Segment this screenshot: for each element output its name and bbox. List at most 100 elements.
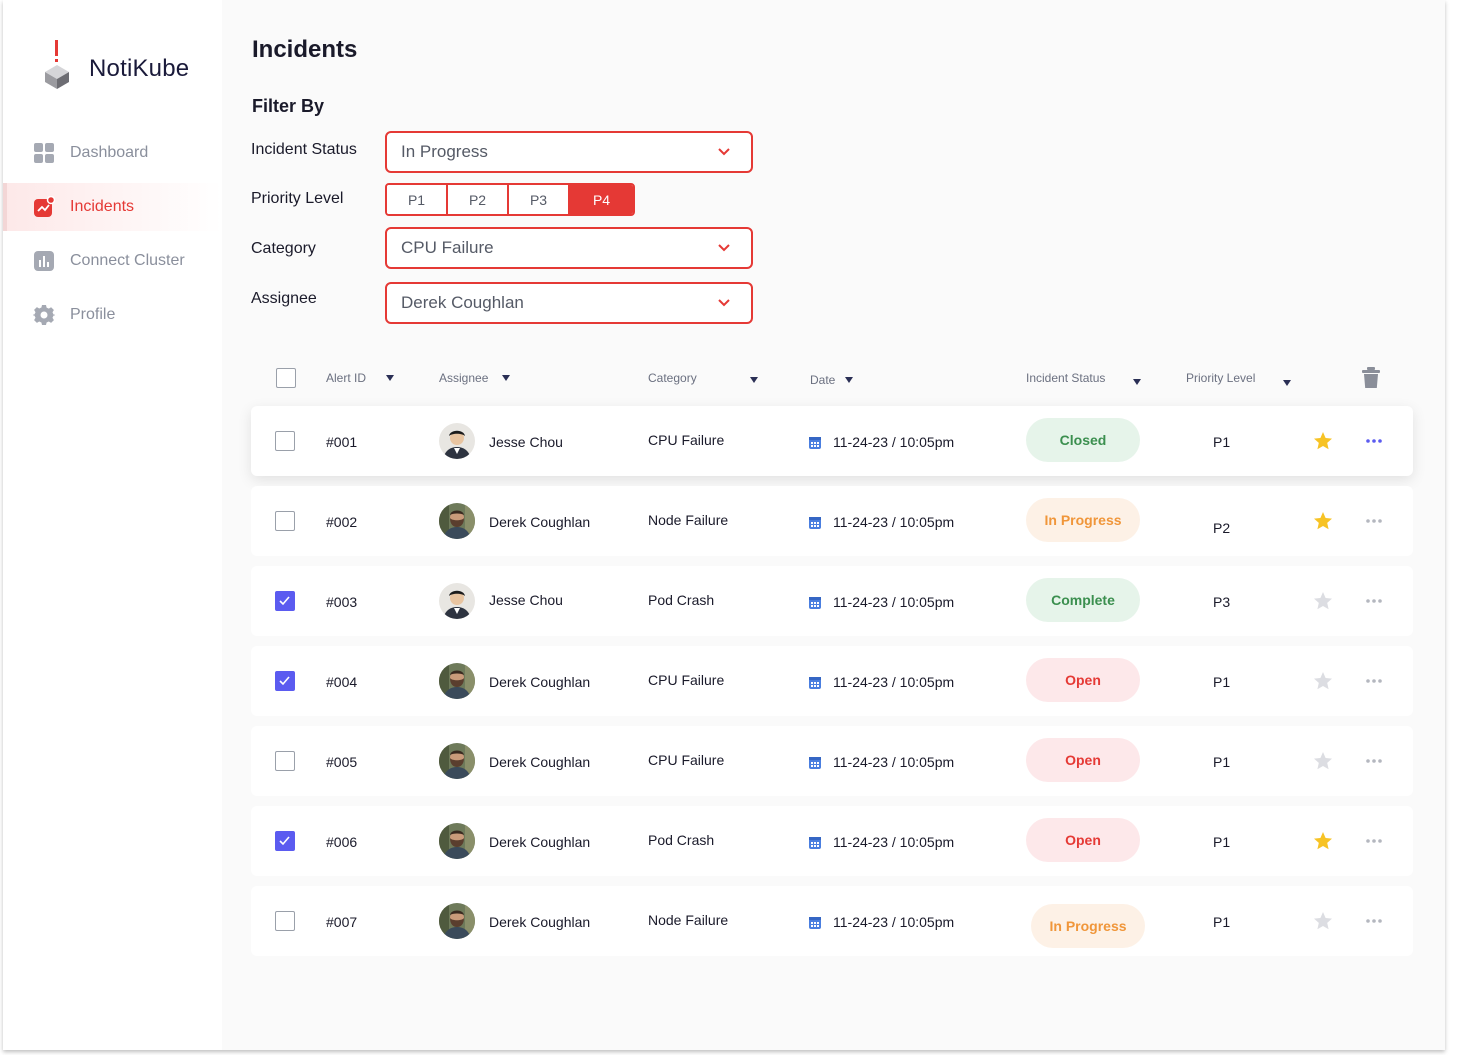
header-incident-status[interactable]: Incident Status [1026,371,1105,385]
sidebar-item-dashboard[interactable]: Dashboard [3,129,222,177]
category: CPU Failure [648,752,725,768]
row-checkbox[interactable] [275,591,295,611]
star-icon[interactable] [1313,911,1333,931]
table-row[interactable]: #002 Derek Coughlan Node Failure 11-24-23 /… [251,486,1413,556]
row-checkbox[interactable] [275,671,295,691]
sidebar-item-label: Dashboard [70,144,149,161]
more-options-icon[interactable] [1365,598,1383,604]
table-row[interactable]: #006 Derek Coughlan Pod Crash 11-24-23 / 10… [251,806,1413,876]
sidebar-item-profile[interactable]: Profile [3,291,222,339]
star-icon[interactable] [1313,591,1333,611]
incident-date: 11-24-23 / 10:05pm [833,834,955,850]
header-priority-level[interactable]: Priority Level [1186,371,1255,385]
sort-caret-icon[interactable] [386,375,394,381]
sidebar-item-connect-cluster[interactable]: Connect Cluster [3,237,222,285]
status-badge[interactable]: Complete [1026,578,1140,622]
sidebar-item-label: Connect Cluster [70,252,185,269]
star-icon[interactable] [1313,831,1333,851]
assignee-name: Derek Coughlan [489,514,591,530]
header-category[interactable]: Category [648,371,697,385]
priority-p3-button[interactable]: P3 [509,185,570,214]
more-options-icon[interactable] [1365,758,1383,764]
assignee-name: Derek Coughlan [489,674,591,690]
star-icon[interactable] [1313,751,1333,771]
avatar [439,423,475,459]
calendar-icon [809,437,821,449]
table-row[interactable]: #004 Derek Coughlan CPU Failure 11-24-23 / … [251,646,1413,716]
row-checkbox[interactable] [275,431,295,451]
priority-level: P1 [1213,754,1231,770]
more-options-icon[interactable] [1365,918,1383,924]
chevron-down-icon [718,148,730,156]
priority-p1-button[interactable]: P1 [387,185,448,214]
status-badge[interactable]: Open [1026,738,1140,782]
star-icon[interactable] [1313,431,1333,451]
table-row[interactable]: #007 Derek Coughlan Node Failure 11-24-23 /… [251,886,1413,956]
status-badge[interactable]: Open [1026,658,1140,702]
incident-date: 11-24-23 / 10:05pm [833,434,955,450]
checkmark-icon [279,596,290,606]
row-checkbox[interactable] [275,831,295,851]
incident-date: 11-24-23 / 10:05pm [833,674,955,690]
sort-caret-icon[interactable] [750,377,758,383]
incident-status-select[interactable]: In Progress [385,131,753,173]
incident-date: 11-24-23 / 10:05pm [833,914,955,930]
sort-caret-icon[interactable] [845,377,853,383]
gear-icon [33,305,55,325]
incident-status-label: Incident Status [251,141,357,158]
header-date[interactable]: Date [810,373,835,387]
alert-id: #006 [326,834,358,850]
table-row[interactable]: #003 Jesse Chou Pod Crash 11-24-23 / 10:05p… [251,566,1413,636]
page-title: Incidents [252,36,358,63]
category: Pod Crash [648,592,715,608]
sort-caret-icon[interactable] [1133,379,1141,385]
table-row[interactable]: #001 Jesse Chou CPU Failure 11-24-23 / 10:0… [251,406,1413,476]
priority-level: P3 [1213,594,1231,610]
trash-icon[interactable] [1361,367,1381,389]
category-value: CPU Failure [401,238,494,257]
assignee-name: Derek Coughlan [489,914,591,930]
category: Node Failure [648,512,729,528]
more-options-icon[interactable] [1365,518,1383,524]
row-checkbox[interactable] [275,911,295,931]
status-badge[interactable]: Open [1026,818,1140,862]
more-options-icon[interactable] [1365,438,1383,444]
sort-caret-icon[interactable] [1283,380,1291,386]
calendar-icon [809,837,821,849]
row-checkbox[interactable] [275,751,295,771]
star-icon[interactable] [1313,671,1333,691]
assignee-name: Jesse Chou [489,592,563,608]
more-options-icon[interactable] [1365,678,1383,684]
incident-date: 11-24-23 / 10:05pm [833,754,955,770]
app-name: NotiKube [89,55,190,82]
sidebar-item-label: Profile [70,306,116,323]
more-options-icon[interactable] [1365,838,1383,844]
status-badge[interactable]: In Progress [1031,904,1145,948]
sort-caret-icon[interactable] [502,375,510,381]
status-badge[interactable]: Closed [1026,418,1140,462]
status-badge[interactable]: In Progress [1026,498,1140,542]
table-row[interactable]: #005 Derek Coughlan CPU Failure 11-24-23 / … [251,726,1413,796]
alert-id: #001 [326,434,358,450]
checkmark-icon [279,676,290,686]
calendar-icon [809,757,821,769]
incidents-chart-icon [34,196,55,217]
category-select[interactable]: CPU Failure [385,227,753,269]
alert-id: #003 [326,594,358,610]
priority-p4-button[interactable]: P4 [570,185,633,214]
header-assignee[interactable]: Assignee [439,371,488,385]
star-icon[interactable] [1313,511,1333,531]
priority-level-toggle: P1 P2 P3 P4 [385,183,635,216]
header-alert-id[interactable]: Alert ID [326,371,366,385]
assignee-value: Derek Coughlan [401,293,524,312]
sidebar-item-incidents[interactable]: Incidents [3,183,222,231]
avatar [439,503,475,539]
assignee-select[interactable]: Derek Coughlan [385,282,753,324]
select-all-checkbox[interactable] [276,368,296,388]
category: Pod Crash [648,832,715,848]
avatar [439,663,475,699]
row-checkbox[interactable] [275,511,295,531]
assignee-name: Derek Coughlan [489,834,591,850]
priority-p2-button[interactable]: P2 [448,185,509,214]
assignee-name: Jesse Chou [489,434,563,450]
